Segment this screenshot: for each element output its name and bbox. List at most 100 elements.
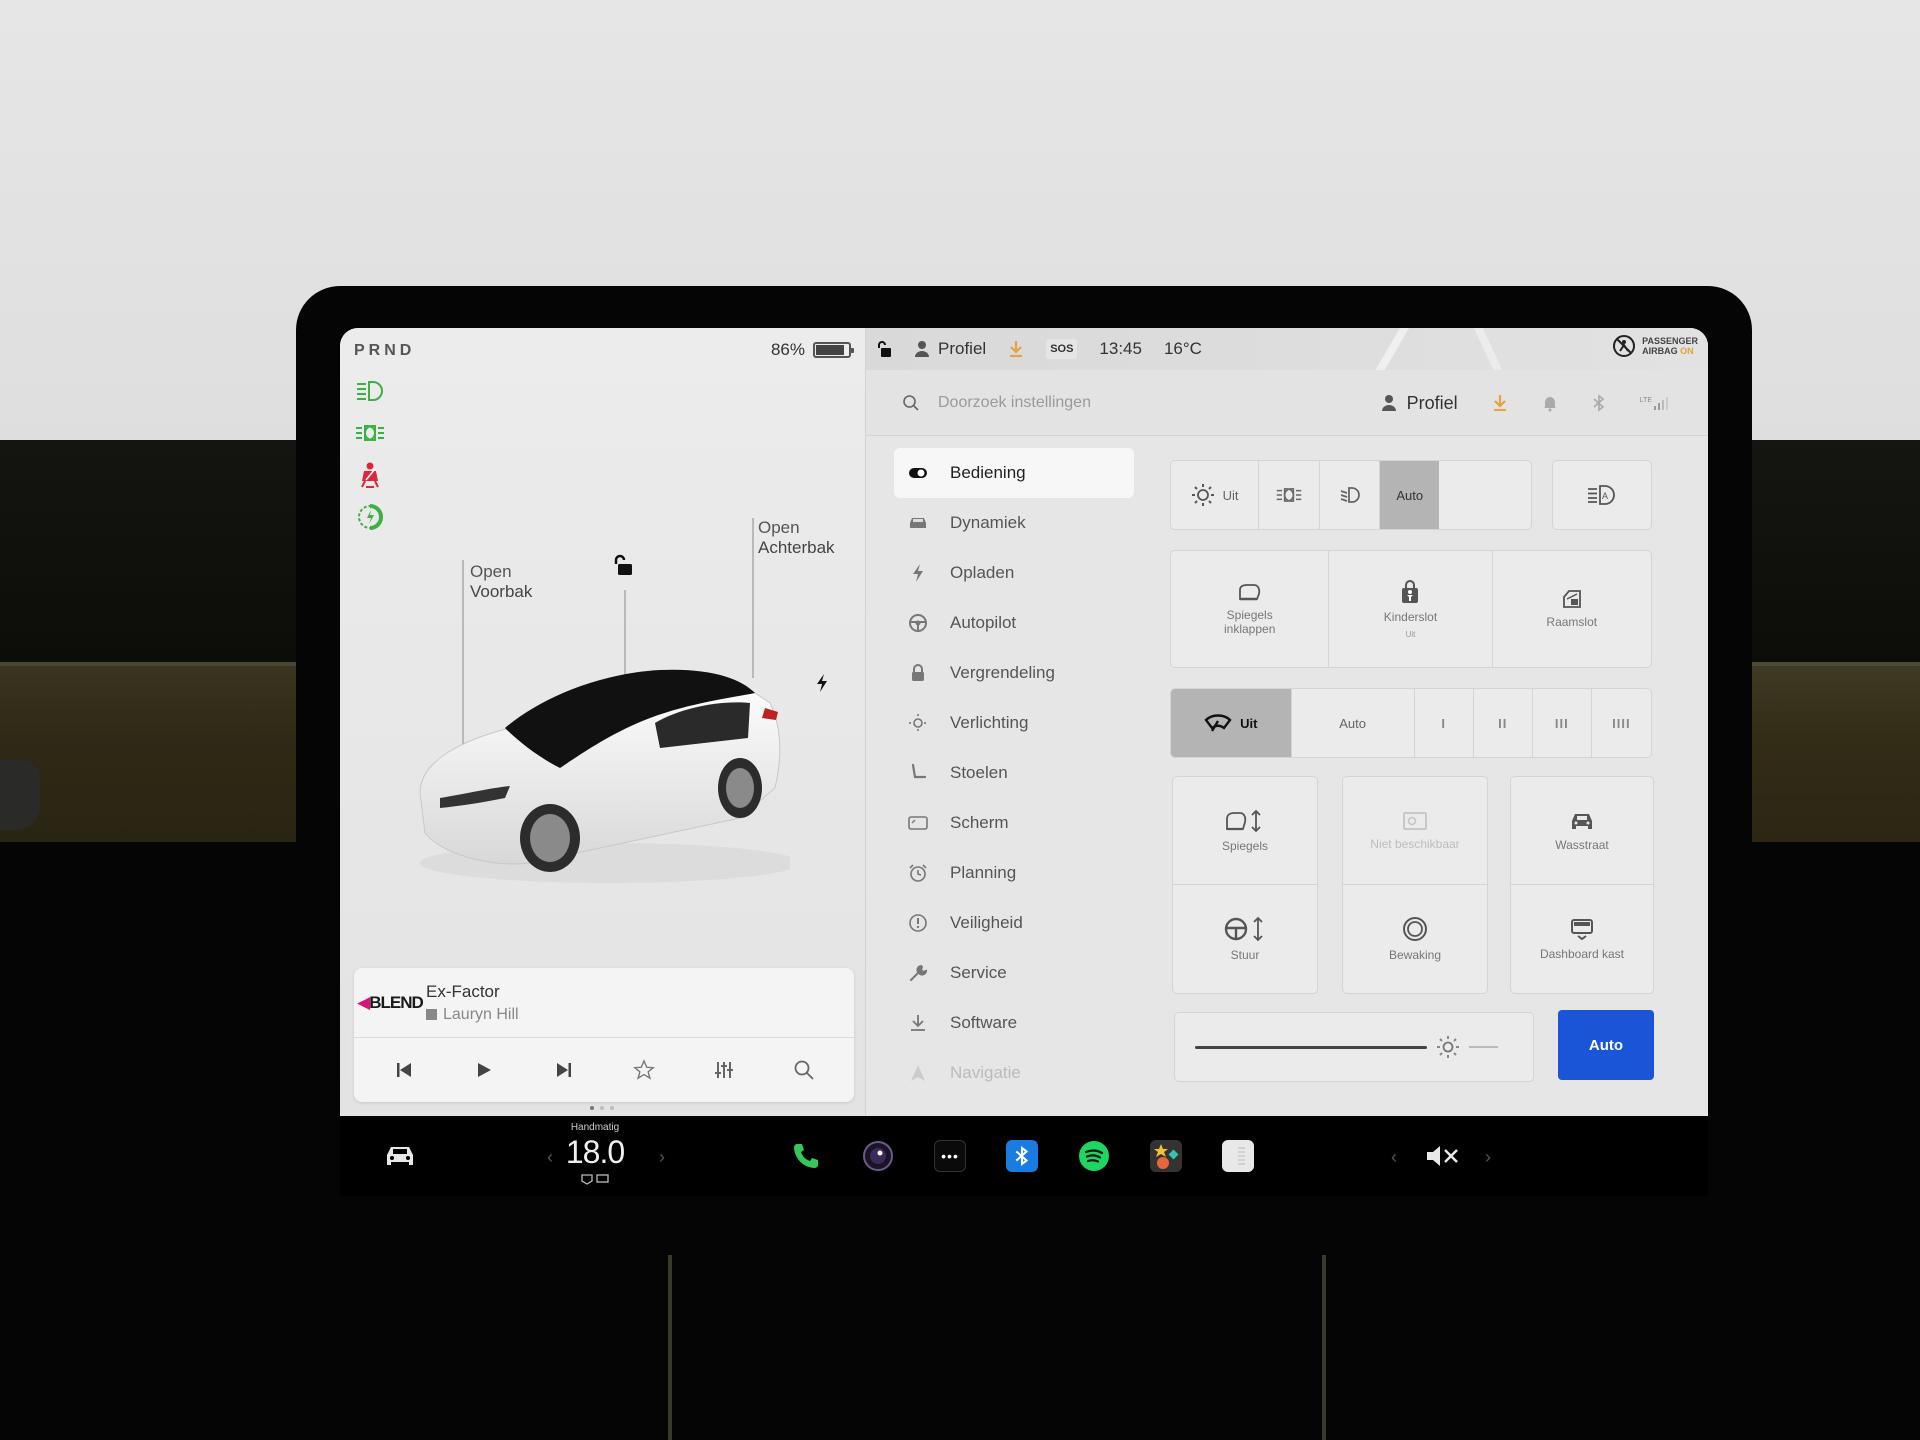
bluetooth-icon[interactable] <box>1592 394 1606 412</box>
unlocked-padlock-icon[interactable] <box>610 554 634 583</box>
wiper-option-label: Uit <box>1240 715 1258 731</box>
dashboard-right <box>1740 440 1920 670</box>
wiper-option-iiii[interactable]: IIII <box>1592 689 1651 757</box>
cabin-temperature[interactable]: 18.0 <box>550 1132 640 1172</box>
menu-item-navigatie[interactable]: Navigatie <box>894 1048 1134 1098</box>
volume-up-button[interactable]: › <box>1478 1142 1498 1172</box>
brightness-sun-icon[interactable] <box>1435 1034 1461 1060</box>
menu-item-label: Service <box>950 963 1007 982</box>
wiper-icon <box>1204 712 1232 734</box>
profile-button[interactable]: Profiel <box>1381 393 1458 414</box>
headlight-option-low-beam[interactable] <box>1320 461 1381 529</box>
temp-up-button[interactable]: › <box>652 1142 672 1172</box>
headlight-option-auto[interactable]: Auto <box>1380 461 1440 529</box>
wiper-option-i[interactable]: I <box>1415 689 1474 757</box>
station-logo-text: BLEND <box>369 992 424 1012</box>
dashboard-left <box>0 440 320 670</box>
tile-spiegels[interactable]: Spiegels <box>1173 777 1317 885</box>
headlight-option-parking-lights[interactable] <box>1259 461 1320 529</box>
sun-icon <box>908 713 928 733</box>
bluetooth-icon <box>1006 1140 1038 1172</box>
wiper-option-uit[interactable]: Uit <box>1171 689 1292 757</box>
open-trunk-button[interactable]: Open Achterbak <box>758 518 835 558</box>
profile-button[interactable]: Profiel <box>914 339 986 359</box>
phone-app-button[interactable] <box>788 1138 824 1174</box>
open-frunk-button[interactable]: Open Voorbak <box>470 562 532 602</box>
camera-app-button[interactable] <box>860 1138 896 1174</box>
menu-item-autopilot[interactable]: Autopilot <box>894 598 1134 648</box>
menu-item-stoelen[interactable]: Stoelen <box>894 748 1134 798</box>
auto-high-beam-button[interactable]: A <box>1553 461 1651 529</box>
sentry-icon <box>1402 916 1428 942</box>
sos-button[interactable]: SOS <box>1046 339 1078 359</box>
volume-mute-button[interactable] <box>1420 1138 1466 1174</box>
airbag-line1: PASSENGER <box>1642 336 1698 346</box>
spotify-app-button[interactable] <box>1076 1138 1112 1174</box>
menu-item-scherm[interactable]: Scherm <box>894 798 1134 848</box>
menu-item-opladen[interactable]: Opladen <box>894 548 1134 598</box>
battery-percent: 86% <box>770 340 805 359</box>
play-button[interactable] <box>464 1050 504 1090</box>
favorite-button[interactable] <box>624 1050 664 1090</box>
low-beam-icon <box>1339 486 1361 504</box>
menu-item-veiligheid[interactable]: Veiligheid <box>894 898 1134 948</box>
tile-raamslot[interactable]: Raamslot <box>1493 551 1651 667</box>
page-indicator <box>590 1106 614 1110</box>
page-dot[interactable] <box>600 1106 604 1110</box>
display-icon <box>908 813 928 833</box>
menu-item-dynamiek[interactable]: Dynamiek <box>894 498 1134 548</box>
more-apps-button[interactable]: ••• <box>932 1138 968 1174</box>
bluetooth-app-button[interactable] <box>1004 1138 1040 1174</box>
high-beam-icon <box>354 376 386 406</box>
auto-high-beam-control: A <box>1552 460 1652 530</box>
car-controls-button[interactable] <box>380 1136 420 1176</box>
tile-column-3: Wasstraat Dashboard kast <box>1510 776 1654 994</box>
previous-track-button[interactable] <box>384 1050 424 1090</box>
wiper-option-iii[interactable]: III <box>1533 689 1592 757</box>
camera-icon <box>863 1141 893 1171</box>
headlight-option-uit[interactable]: Uit <box>1171 461 1260 529</box>
equalizer-button[interactable] <box>704 1050 744 1090</box>
menu-item-software[interactable]: Software <box>894 998 1134 1048</box>
download-icon[interactable] <box>1492 394 1508 412</box>
tile-wasstraat[interactable]: Wasstraat <box>1511 777 1653 885</box>
steering-wheel-icon <box>908 613 928 633</box>
menu-item-verlichting[interactable]: Verlichting <box>894 698 1134 748</box>
page-dot[interactable] <box>610 1106 614 1110</box>
volume-down-button[interactable]: ‹ <box>1384 1142 1404 1172</box>
wiper-option-ii[interactable]: II <box>1474 689 1533 757</box>
search-bar-right: Profiel LTE <box>1381 370 1668 436</box>
calendar-app-button[interactable] <box>1220 1138 1256 1174</box>
now-playing[interactable]: ◀BLEND Ex-Factor Lauryn Hill <box>354 968 854 1038</box>
defrost-indicators[interactable] <box>570 1172 620 1186</box>
menu-item-vergrendeling[interactable]: Vergrendeling <box>894 648 1134 698</box>
media-search-button[interactable] <box>784 1050 824 1090</box>
display-brightness-slider[interactable] <box>1174 1012 1534 1082</box>
settings-search-input[interactable] <box>938 393 1238 412</box>
tile-dashboard-kast[interactable]: Dashboard kast <box>1511 885 1653 993</box>
software-update-button[interactable] <box>1008 340 1024 358</box>
toybox-app-button[interactable] <box>1148 1138 1184 1174</box>
menu-item-bediening[interactable]: Bediening <box>894 448 1134 498</box>
track-artist: Lauryn Hill <box>443 1005 519 1023</box>
tile-stuur[interactable]: Stuur <box>1173 885 1317 993</box>
charge-port-icon[interactable] <box>815 673 829 698</box>
next-track-button[interactable] <box>544 1050 584 1090</box>
tile-label: Kinderslot <box>1383 609 1438 624</box>
clock: 13:45 <box>1099 339 1142 358</box>
menu-item-planning[interactable]: Planning <box>894 848 1134 898</box>
light-off-icon <box>1191 483 1215 507</box>
menu-item-label: Vergrendeling <box>950 663 1055 682</box>
tile-bewaking[interactable]: Bewaking <box>1343 885 1487 993</box>
tile-kinderslot[interactable]: Kinderslot Uit <box>1329 551 1493 667</box>
wiper-option-auto[interactable]: Auto <box>1292 689 1415 757</box>
user-icon <box>915 341 929 357</box>
menu-item-service[interactable]: Service <box>894 948 1134 998</box>
tile-spiegels-inklappen[interactable]: Spiegels inklappen <box>1171 551 1330 667</box>
page-dot[interactable] <box>590 1106 594 1110</box>
phone-icon <box>794 1144 818 1168</box>
brightness-auto-button[interactable]: Auto <box>1558 1010 1654 1080</box>
lock-toggle[interactable] <box>876 340 892 358</box>
bell-icon[interactable] <box>1542 394 1558 412</box>
console-edge-left <box>668 1255 672 1440</box>
